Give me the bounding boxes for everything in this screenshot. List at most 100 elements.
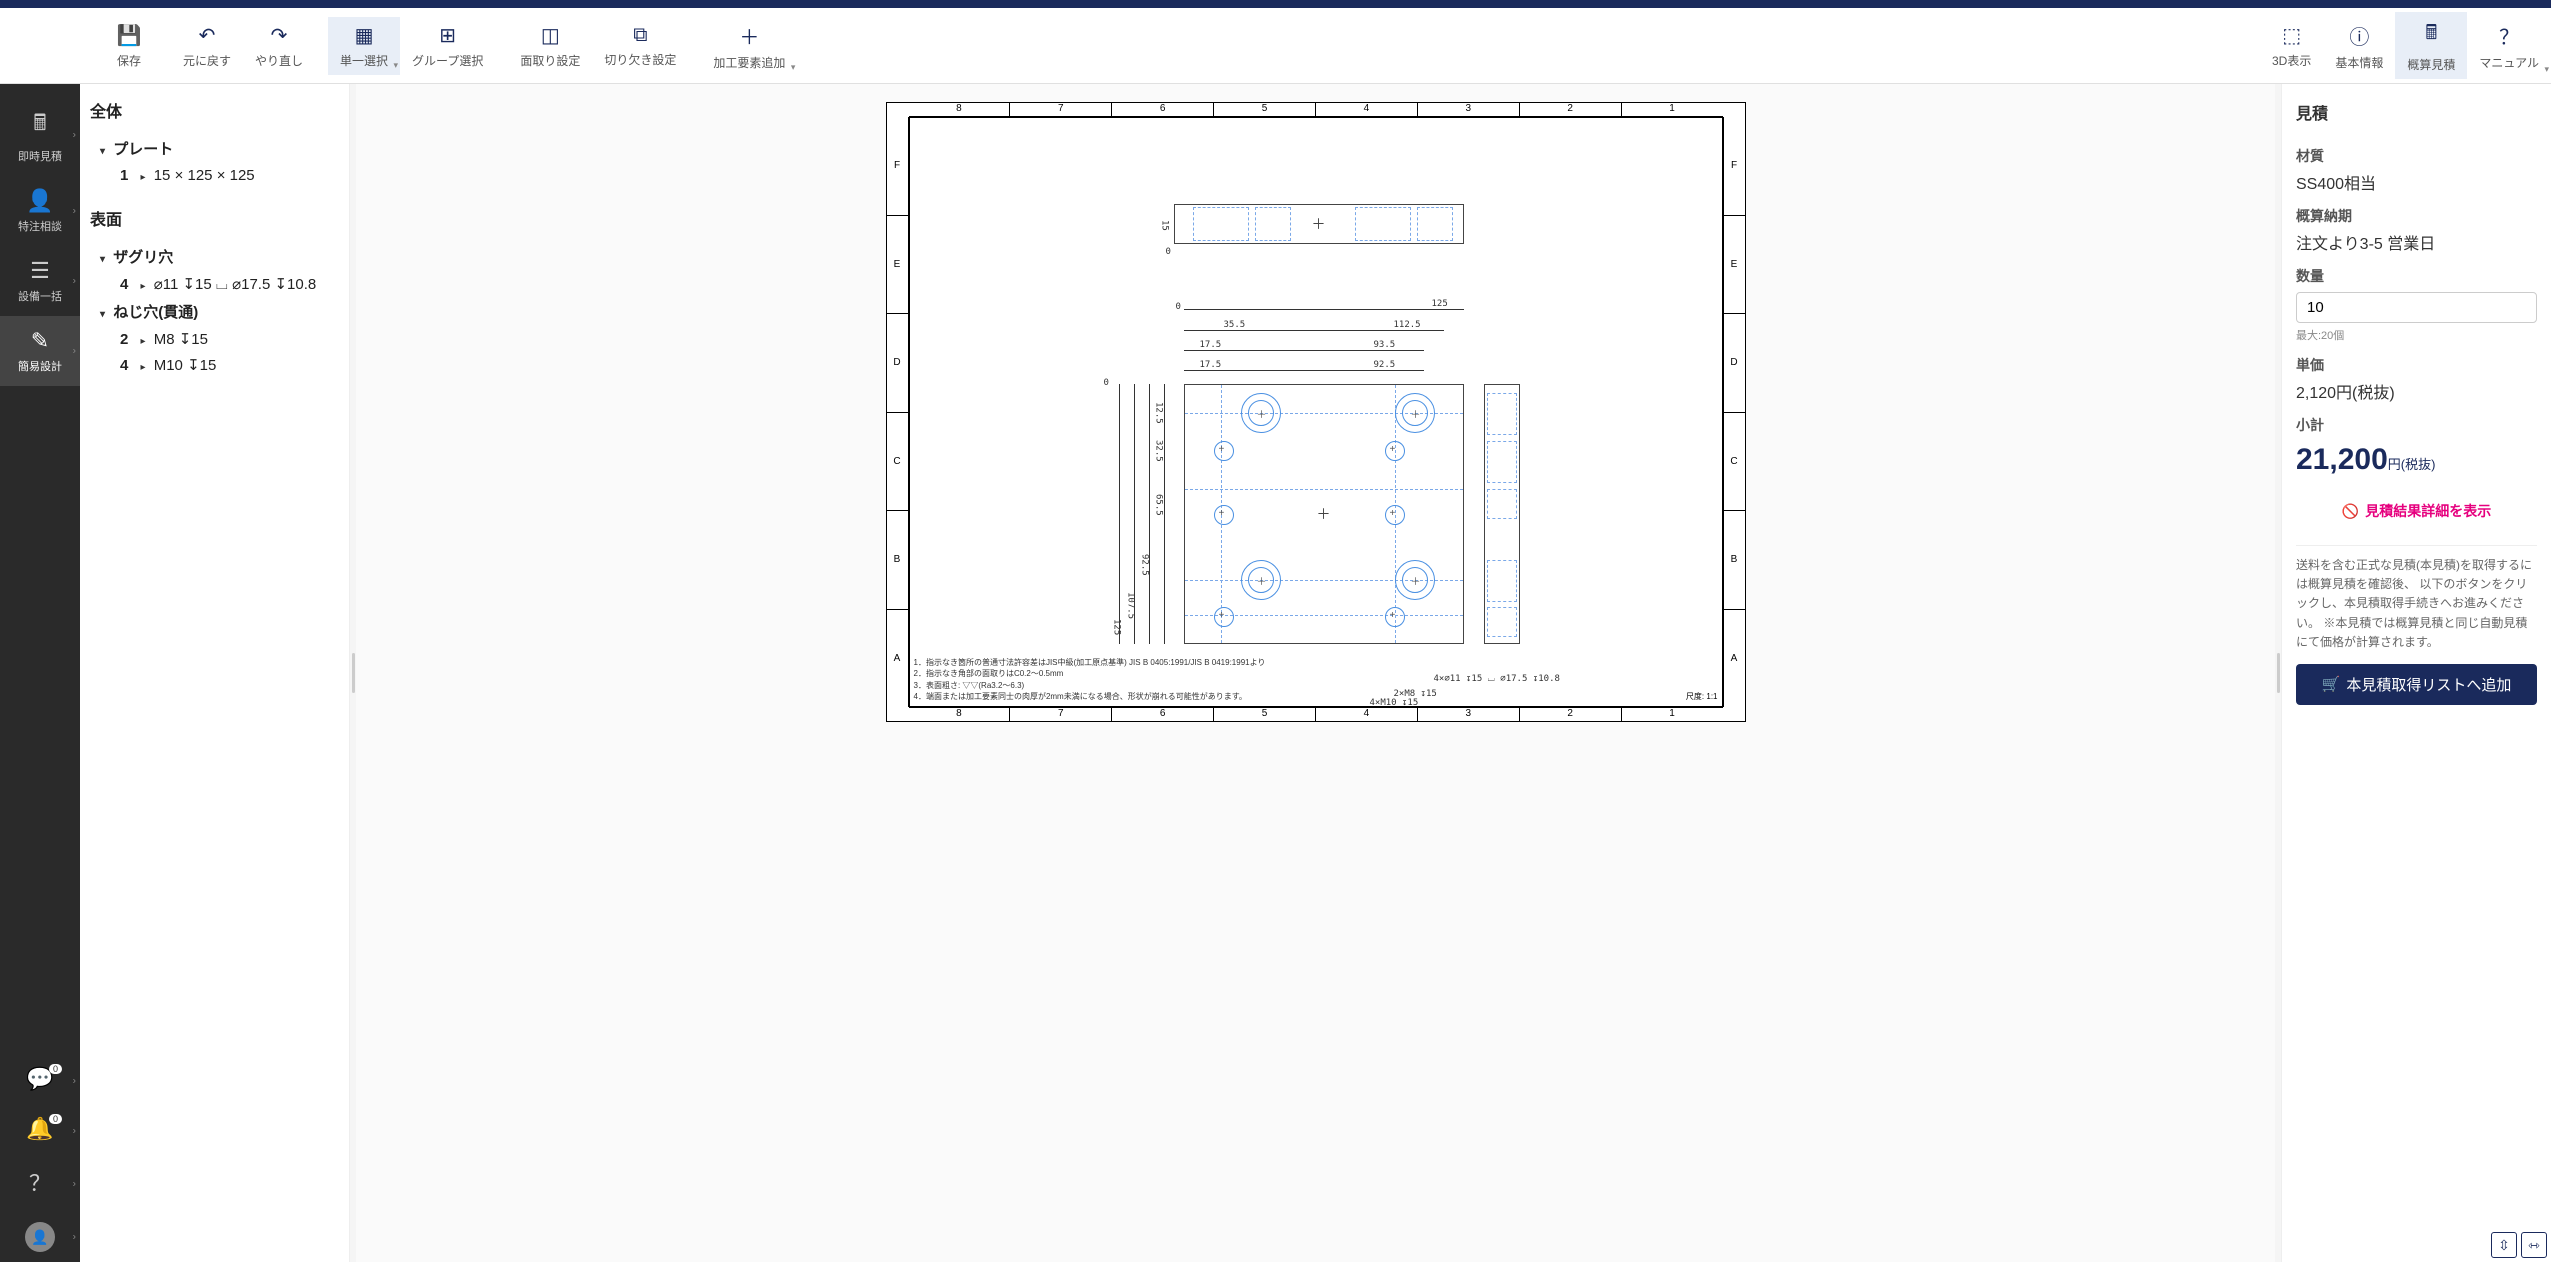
nav-instant-quote-label: 即時見積 [18,148,62,164]
save-label: 保存 [117,52,141,69]
hole-thread[interactable]: + [1214,441,1234,461]
tree-node-thread1[interactable]: 2 ▸ M8 ↧15 [90,326,339,352]
nav-user[interactable]: 👤 › [0,1212,80,1262]
nav-help[interactable]: ？ › [0,1156,80,1212]
drawing-scale: 尺度: 1:1 [1686,691,1718,702]
rough-quote-button[interactable]: 🖩 概算見積 [2395,12,2467,79]
canvas-area[interactable]: 87654321 87654321 FEDCBA FEDCBA ＋ [356,84,2275,1262]
quote-detail-link[interactable]: 🚫 見積結果詳細を表示 [2296,501,2537,521]
drawing-content: ＋ 15 0 125 35.5 112.5 [944,144,1688,680]
frame-cols-bottom: 87654321 [909,707,1723,721]
tree-node-plate[interactable]: ▾ プレート [90,134,339,163]
info-icon: ⓘ [2349,21,2369,50]
hole-counterbore[interactable]: ＋ [1395,560,1435,600]
origin-0: 0 [1104,378,1109,388]
undo-button[interactable]: ↶ 元に戻す [171,17,243,75]
quote-panel: 見積 材質 SS400相当 概算納期 注文より3-5 営業日 数量 最大:20個… [2281,84,2551,1262]
cube-icon: ⬚ [2282,23,2301,48]
triangle-down-icon: ▾ [100,146,105,157]
toolbar: 💾 保存 ↶ 元に戻す ↷ やり直し ▦ 単一選択 ⊞ グループ選択 [0,8,2551,84]
dim-125: 125 [1432,299,1448,309]
triangle-right-icon: ▸ [141,172,146,183]
hole-counterbore[interactable]: ＋ [1241,560,1281,600]
hole-thread[interactable]: + [1385,441,1405,461]
calculator-icon: 🖩 [2425,18,2437,52]
user-avatar-icon: 👤 [25,1222,55,1252]
group-select-button[interactable]: ⊞ グループ選択 [400,17,495,75]
frame-inner: ＋ 15 0 125 35.5 112.5 [909,117,1723,707]
chamfer-button[interactable]: ◫ 面取り設定 [508,17,592,75]
hole-counterbore[interactable]: ＋ [1241,393,1281,433]
hole-counterbore[interactable]: ＋ [1395,393,1435,433]
notch-label: 切り欠き設定 [604,51,676,68]
cart-add-icon: 🛒 [2322,675,2341,693]
nav-instant-quote[interactable]: 🖩 即時見積 › [0,94,80,176]
frame-rows-left: FEDCBA [887,117,909,707]
tree-idx: 4 [120,276,128,293]
dim-125v: 125 [1112,619,1122,635]
dim-17-5b: 17.5 [1200,360,1222,370]
expand-buttons: ⇳ ⇿ [2491,1232,2547,1258]
triangle-down-icon: ▾ [100,254,105,265]
view3d-button[interactable]: ⬚ 3D表示 [2260,12,2323,79]
center-mark-icon: ＋ [1312,214,1326,234]
expand-vertical-button[interactable]: ⇳ [2491,1232,2517,1258]
nav-equipment[interactable]: ☰ 設備一括 › [0,246,80,316]
hole-thread[interactable]: + [1385,607,1405,627]
tree-counterbore-label: ザグリ穴 [113,249,173,266]
person-check-icon: 👤 [26,188,53,214]
redo-label: やり直し [255,52,303,69]
dim-92-5: 92.5 [1374,360,1396,370]
compass-icon: ✎ [31,328,49,354]
dim-12-5: 12.5 [1154,402,1164,424]
single-select-button[interactable]: ▦ 単一選択 [328,17,400,75]
tree-plate-text: 15 × 125 × 125 [154,167,255,184]
basic-info-label: 基本情報 [2335,54,2383,71]
add-to-quote-list-button[interactable]: 🛒 本見積取得リストへ追加 [2296,664,2537,705]
notch-button[interactable]: ⧉ 切り欠き設定 [592,17,688,75]
leadtime-label: 概算納期 [2296,206,2537,226]
chevron-right-icon: › [73,346,76,357]
leadtime-value: 注文より3-5 営業日 [2296,230,2537,254]
dashed-box [1193,207,1249,241]
group-select-label: グループ選択 [412,52,483,69]
dim-92-5v: 92.5 [1140,554,1150,576]
subtotal-value: 21,200円(税抜) [2296,443,2537,477]
eye-off-icon: 🚫 [2342,503,2359,520]
add-feature-button[interactable]: ＋ 加工要素追加 [701,15,797,77]
hole-thread[interactable]: + [1214,505,1234,525]
dashed-box [1255,207,1291,241]
tree-node-thread2[interactable]: 4 ▸ M10 ↧15 [90,352,339,378]
tree-node-counterbore[interactable]: ▾ ザグリ穴 [90,242,339,271]
chat-badge: 0 [49,1064,62,1074]
nav-custom-inquiry-label: 特注相談 [18,218,62,234]
bell-badge: 0 [49,1114,62,1124]
nav-easy-design[interactable]: ✎ 簡易設計 › [0,316,80,386]
notch-icon: ⧉ [633,24,647,47]
dashed-box [1417,207,1453,241]
dim-112-5: 112.5 [1394,320,1421,330]
basic-info-button[interactable]: ⓘ 基本情報 [2323,12,2395,79]
hole-thread[interactable]: + [1214,607,1234,627]
dim-17-5a: 17.5 [1200,340,1222,350]
qty-input[interactable] [2296,292,2537,323]
redo-button[interactable]: ↷ やり直し [243,17,315,75]
dashed-box [1355,207,1411,241]
tree-node-counterbore-item[interactable]: 4 ▸ ⌀11 ↧15 ⌴ ⌀17.5 ↧10.8 [90,271,339,297]
group-select-icon: ⊞ [439,23,456,48]
tree-counterbore-text: ⌀11 ↧15 ⌴ ⌀17.5 ↧10.8 [154,276,317,293]
tree-thread1-text: M8 ↧15 [154,331,208,348]
manual-button[interactable]: ？ マニュアル [2467,12,2551,79]
tree-node-thread[interactable]: ▾ ねじ穴(貫通) [90,297,339,326]
tree-thread2-text: M10 ↧15 [154,357,217,374]
side-view [1484,384,1520,644]
nav-chat[interactable]: 💬 0 › [0,1056,80,1106]
triangle-down-icon: ▾ [100,309,105,320]
nav-bell[interactable]: 🔔 0 › [0,1106,80,1156]
save-button[interactable]: 💾 保存 [100,17,158,75]
expand-horizontal-button[interactable]: ⇿ [2521,1232,2547,1258]
nav-custom-inquiry[interactable]: 👤 特注相談 › [0,176,80,246]
hole-thread[interactable]: + [1385,505,1405,525]
tree-node-plate-item[interactable]: 1 ▸ 15 × 125 × 125 [90,163,339,188]
front-view: ＋ ＋ ＋ ＋ + + + + + + ＋ [1184,384,1464,644]
